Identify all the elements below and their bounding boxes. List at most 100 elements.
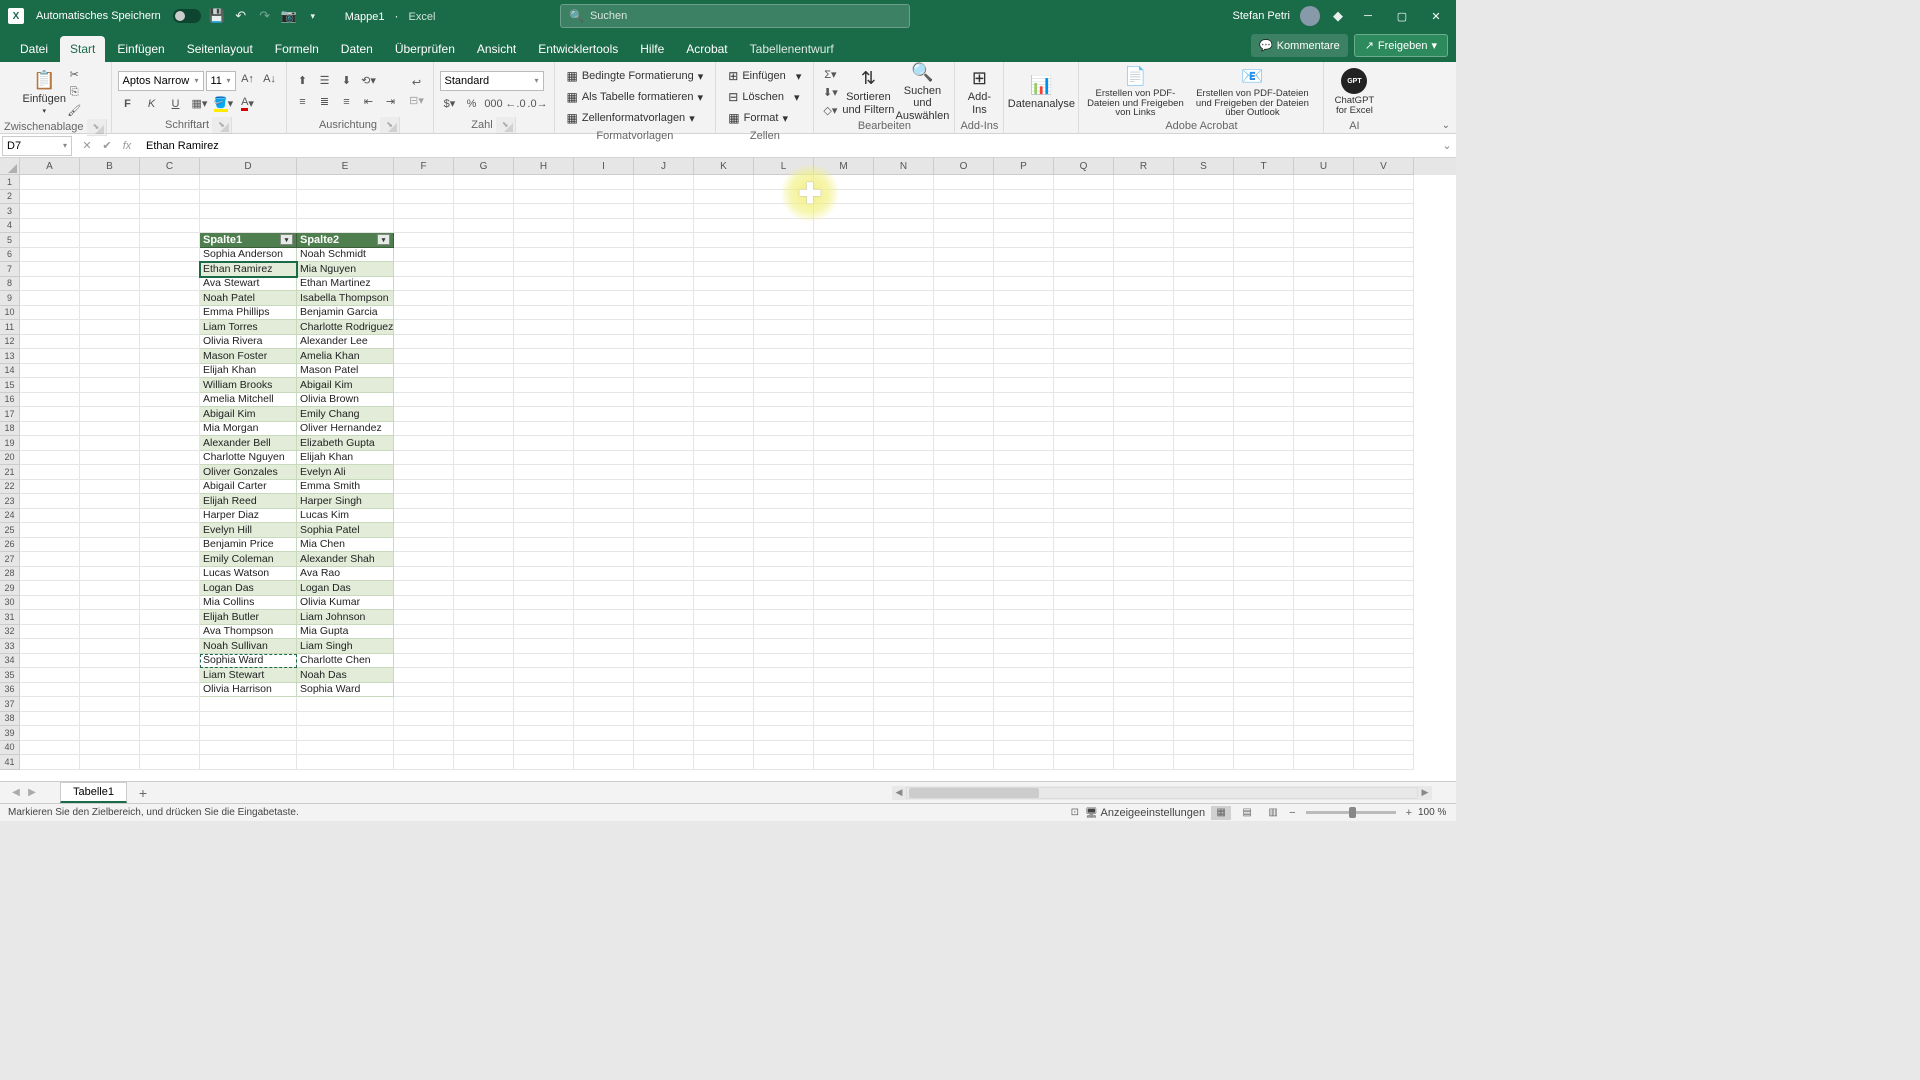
cell[interactable] xyxy=(934,697,994,712)
cell[interactable] xyxy=(20,364,80,379)
cell[interactable] xyxy=(454,683,514,698)
cell[interactable] xyxy=(140,204,200,219)
cell[interactable] xyxy=(200,190,297,205)
cell[interactable] xyxy=(514,567,574,582)
cell[interactable] xyxy=(934,712,994,727)
cell[interactable] xyxy=(20,610,80,625)
search-input[interactable]: 🔍 Suchen xyxy=(560,4,910,28)
col-header[interactable]: R xyxy=(1114,158,1174,175)
cell[interactable] xyxy=(874,523,934,538)
sheet-nav-next-icon[interactable]: ▶ xyxy=(24,787,40,798)
cell[interactable] xyxy=(754,364,814,379)
cell[interactable] xyxy=(20,683,80,698)
cell[interactable] xyxy=(634,190,694,205)
cell[interactable] xyxy=(634,668,694,683)
cell[interactable] xyxy=(634,654,694,669)
cell[interactable] xyxy=(634,552,694,567)
cell[interactable] xyxy=(694,175,754,190)
cell[interactable] xyxy=(1234,248,1294,263)
cell[interactable] xyxy=(1234,320,1294,335)
cell[interactable] xyxy=(1234,233,1294,248)
cell[interactable] xyxy=(1054,364,1114,379)
sheet-tab[interactable]: Tabelle1 xyxy=(60,782,127,803)
cell[interactable] xyxy=(874,639,934,654)
cell[interactable] xyxy=(20,378,80,393)
cell[interactable] xyxy=(694,480,754,495)
cell[interactable]: Harper Diaz xyxy=(200,509,297,524)
col-header[interactable]: G xyxy=(454,158,514,175)
cell[interactable] xyxy=(934,451,994,466)
font-size-input[interactable]: 11▾ xyxy=(206,71,236,91)
cell[interactable] xyxy=(934,204,994,219)
cell[interactable] xyxy=(934,422,994,437)
page-layout-view-icon[interactable]: ▤ xyxy=(1237,806,1257,820)
cell[interactable] xyxy=(634,407,694,422)
row-header[interactable]: 7 xyxy=(0,262,20,277)
copy-icon[interactable]: ⎘ xyxy=(64,84,84,100)
cell[interactable]: Olivia Kumar xyxy=(297,596,394,611)
cell[interactable] xyxy=(20,422,80,437)
cell[interactable] xyxy=(140,683,200,698)
cell[interactable] xyxy=(1234,378,1294,393)
cell[interactable] xyxy=(1234,654,1294,669)
cell[interactable] xyxy=(454,523,514,538)
cell[interactable] xyxy=(1174,726,1234,741)
cell[interactable] xyxy=(814,625,874,640)
create-pdf-outlook-button[interactable]: 📧Erstellen von PDF-Dateien und Freigeben… xyxy=(1187,66,1317,118)
col-header[interactable]: V xyxy=(1354,158,1414,175)
autosum-icon[interactable]: Σ▾ xyxy=(820,66,840,82)
cell[interactable] xyxy=(934,538,994,553)
cell[interactable] xyxy=(994,509,1054,524)
align-left-icon[interactable]: ≡ xyxy=(293,94,313,110)
cell[interactable] xyxy=(754,494,814,509)
cell[interactable] xyxy=(394,654,454,669)
horizontal-scrollbar[interactable]: ◀▶ xyxy=(892,786,1432,800)
cell[interactable] xyxy=(514,639,574,654)
cell[interactable] xyxy=(394,683,454,698)
cell[interactable] xyxy=(574,610,634,625)
diamond-icon[interactable]: ◆ xyxy=(1330,8,1346,24)
cell[interactable] xyxy=(994,567,1054,582)
row-header[interactable]: 36 xyxy=(0,683,20,698)
row-header[interactable]: 41 xyxy=(0,755,20,770)
cell[interactable] xyxy=(20,639,80,654)
formula-confirm-icon[interactable]: ✔ xyxy=(98,137,116,155)
cell[interactable] xyxy=(1234,639,1294,654)
col-header[interactable]: Q xyxy=(1054,158,1114,175)
cell[interactable] xyxy=(634,581,694,596)
cell[interactable] xyxy=(1174,523,1234,538)
cell[interactable] xyxy=(934,523,994,538)
cell[interactable] xyxy=(454,668,514,683)
cell[interactable]: Evelyn Ali xyxy=(297,465,394,480)
cell[interactable] xyxy=(1294,204,1354,219)
cell[interactable] xyxy=(1054,480,1114,495)
cell[interactable] xyxy=(140,509,200,524)
cell[interactable] xyxy=(754,465,814,480)
cell[interactable] xyxy=(994,219,1054,234)
cell[interactable] xyxy=(80,581,140,596)
cell[interactable] xyxy=(754,755,814,770)
cell[interactable] xyxy=(1174,422,1234,437)
cell[interactable] xyxy=(140,364,200,379)
cell[interactable] xyxy=(814,596,874,611)
cell[interactable] xyxy=(394,697,454,712)
row-header[interactable]: 27 xyxy=(0,552,20,567)
cell[interactable] xyxy=(1294,422,1354,437)
cell[interactable] xyxy=(754,523,814,538)
cell[interactable] xyxy=(1294,436,1354,451)
cell[interactable] xyxy=(994,378,1054,393)
cell[interactable]: Alexander Bell xyxy=(200,436,297,451)
cell[interactable] xyxy=(1174,581,1234,596)
align-center-icon[interactable]: ≣ xyxy=(315,94,335,110)
cell[interactable] xyxy=(1114,755,1174,770)
cell[interactable] xyxy=(634,509,694,524)
cell[interactable] xyxy=(1234,306,1294,321)
cell[interactable] xyxy=(754,219,814,234)
cell[interactable] xyxy=(20,262,80,277)
cell[interactable] xyxy=(634,538,694,553)
cell[interactable] xyxy=(20,538,80,553)
cell[interactable]: Alexander Shah xyxy=(297,552,394,567)
cell[interactable]: Lucas Watson xyxy=(200,567,297,582)
comments-button[interactable]: 💬 Kommentare xyxy=(1251,34,1348,57)
cell[interactable] xyxy=(1054,668,1114,683)
